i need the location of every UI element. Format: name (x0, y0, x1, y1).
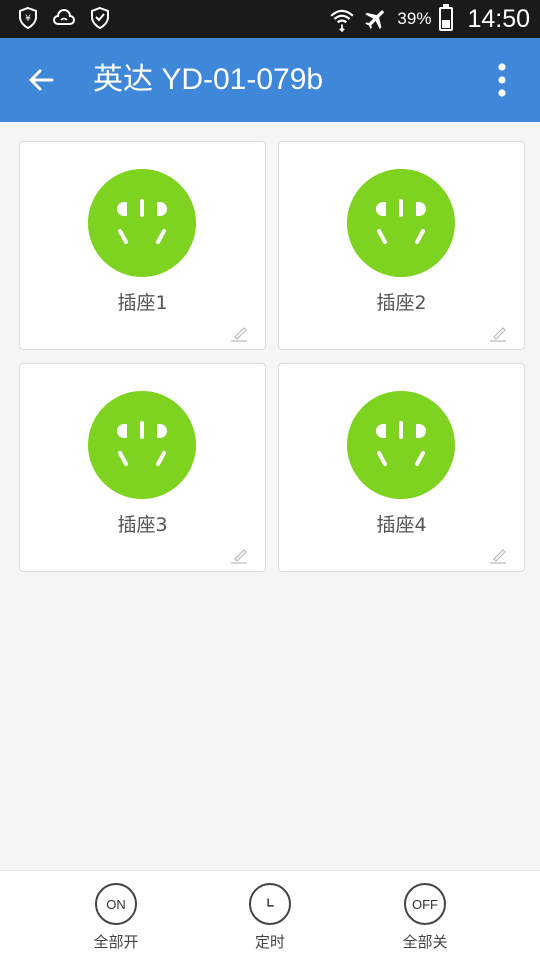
all-off-button[interactable]: OFF 全部关 (385, 883, 465, 952)
status-time: 14:50 (467, 4, 530, 33)
outlet-label: 插座4 (376, 514, 427, 536)
edit-icon[interactable] (488, 325, 508, 343)
all-on-button[interactable]: ON 全部开 (76, 883, 156, 952)
socket-icon[interactable] (88, 169, 196, 277)
battery-percent: 39% (397, 9, 432, 28)
airplane-icon (365, 10, 385, 29)
socket-icon[interactable] (347, 169, 455, 277)
wifi-icon (330, 9, 354, 32)
outlet-label: 插座1 (117, 292, 168, 314)
power-off-icon[interactable]: OFF (404, 883, 446, 925)
outlet-label: 插座3 (117, 514, 168, 536)
status-bar: ¥ 39% 14:50 (0, 0, 540, 38)
bottom-action-bar: ON 全部开 定时 OFF 全部关 (0, 870, 540, 960)
outlet-card-2[interactable]: 插座2 (278, 141, 525, 350)
notification-icons: ¥ (16, 6, 112, 30)
app-toolbar: 英达 YD-01-079b (0, 38, 540, 122)
outlet-label: 插座2 (376, 292, 427, 314)
edit-icon[interactable] (229, 547, 249, 565)
page-title: 英达 YD-01-079b (93, 63, 324, 96)
shield-yen-icon: ¥ (19, 6, 37, 30)
wifi-cloud-icon (53, 9, 75, 25)
more-vert-icon[interactable] (490, 62, 514, 98)
power-on-icon[interactable]: ON (95, 883, 137, 925)
all-off-label: 全部关 (402, 933, 448, 951)
shield-check-icon (91, 6, 109, 30)
arrow-left-icon[interactable] (22, 60, 62, 100)
outlet-card-3[interactable]: 插座3 (19, 363, 266, 572)
socket-icon[interactable] (347, 391, 455, 499)
svg-text:¥: ¥ (25, 14, 31, 24)
edit-icon[interactable] (488, 547, 508, 565)
clock-icon[interactable] (249, 883, 291, 925)
all-on-label: 全部开 (93, 933, 139, 951)
timer-label: 定时 (254, 933, 285, 951)
timer-button[interactable]: 定时 (230, 883, 310, 952)
outlet-card-4[interactable]: 插座4 (278, 363, 525, 572)
outlet-card-1[interactable]: 插座1 (19, 141, 266, 350)
socket-icon[interactable] (88, 391, 196, 499)
battery-icon (439, 4, 454, 31)
edit-icon[interactable] (229, 325, 249, 343)
